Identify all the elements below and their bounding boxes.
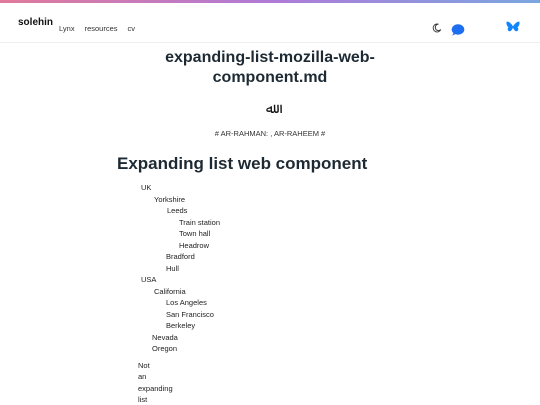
site-brand[interactable]: solehin [18, 17, 53, 28]
page-title: expanding-list-mozilla-web- component.md [120, 48, 420, 88]
chat-bubble-icon[interactable] [451, 23, 465, 36]
site-header: solehin Lynx resources cv [0, 3, 540, 43]
list-item-los-angeles: Los Angeles [166, 298, 207, 307]
plain-list-item: list [138, 395, 148, 405]
list-item-leeds[interactable]: Leeds [167, 205, 187, 216]
section-heading: Expanding list web component [117, 154, 368, 173]
page-subtitle: # AR-RAHMAN: , AR-RAHEEM # [214, 129, 326, 138]
list-item-town-hall: Town hall [179, 229, 211, 238]
butterfly-icon[interactable] [506, 21, 520, 34]
plain-list-item: Not [138, 361, 150, 370]
plain-list-item: an [138, 372, 147, 382]
list-item-bradford: Bradford [166, 252, 195, 261]
main-nav: Lynx resources cv [59, 24, 135, 33]
bismillah-glyph: ﷲ [265, 100, 275, 116]
list-item-usa[interactable]: USA [141, 274, 156, 285]
nav-link-cv[interactable]: cv [128, 24, 136, 33]
list-item-uk[interactable]: UK [141, 182, 151, 193]
list-item-train-station: Train station [179, 217, 220, 227]
list-item-san-francisco: San Francisco [166, 309, 214, 319]
page-title-line-1: expanding-list-mozilla-web- [165, 49, 375, 66]
plain-list: Not an expanding list [138, 360, 173, 405]
list-item-hull: Hull [166, 263, 179, 273]
list-item-california[interactable]: California [154, 286, 186, 297]
list-item-nevada: Nevada [152, 332, 178, 342]
nav-link-resources[interactable]: resources [85, 24, 118, 33]
moon-icon[interactable] [432, 20, 442, 33]
list-item-oregon: Oregon [152, 344, 178, 353]
list-item-headrow: Headrow [179, 240, 210, 250]
list-item-berkeley: Berkeley [166, 321, 196, 330]
page-title-line-2: component.md [212, 69, 328, 86]
list-item-yorkshire[interactable]: Yorkshire [154, 194, 185, 205]
plain-list-item: expanding [138, 383, 173, 393]
nav-link-lynx[interactable]: Lynx [59, 24, 75, 33]
